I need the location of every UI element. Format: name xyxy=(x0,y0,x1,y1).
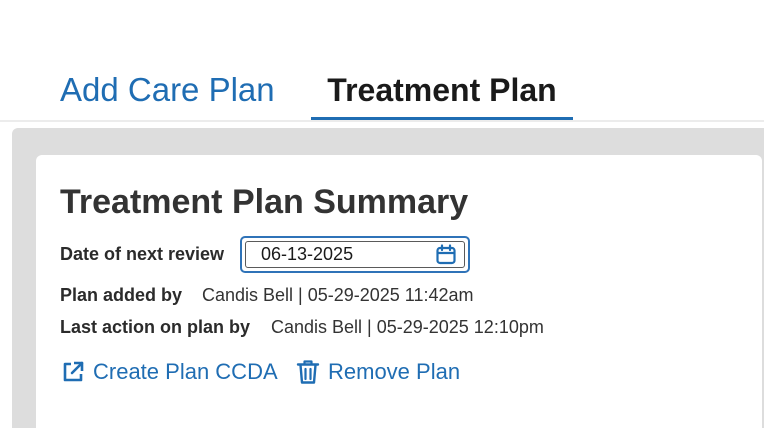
remove-plan-label: Remove Plan xyxy=(328,359,461,384)
page-title: Treatment Plan Summary xyxy=(60,183,469,221)
tab-bar: Add Care Plan Treatment Plan xyxy=(0,0,764,122)
tab-add-care-plan[interactable]: Add Care Plan xyxy=(60,68,275,112)
next-review-label: Date of next review xyxy=(60,244,225,264)
trash-icon xyxy=(295,359,321,385)
tab-treatment-plan[interactable]: Treatment Plan xyxy=(311,68,573,112)
tab-divider xyxy=(0,120,764,122)
create-plan-ccda-label: Create Plan CCDA xyxy=(93,359,278,384)
last-action-value: Candis Bell | 05-29-2025 12:10pm xyxy=(271,317,544,337)
plan-added-value: Candis Bell | 05-29-2025 11:42am xyxy=(202,285,474,305)
calendar-icon[interactable] xyxy=(434,243,458,267)
create-plan-ccda-button[interactable]: Create Plan CCDA xyxy=(60,358,278,386)
next-review-date-field xyxy=(240,236,470,273)
next-review-date-input[interactable] xyxy=(245,241,465,268)
external-link-icon xyxy=(60,359,86,385)
last-action-label: Last action on plan by xyxy=(60,317,251,337)
plan-added-label: Plan added by xyxy=(60,285,183,305)
remove-plan-button[interactable]: Remove Plan xyxy=(295,358,460,386)
